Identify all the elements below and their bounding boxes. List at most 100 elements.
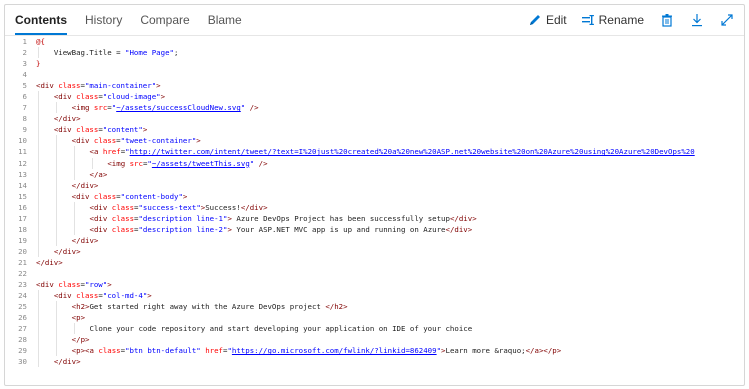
code-line: 10 <div class="tweet-container"> — [5, 135, 744, 147]
code-token[interactable]: ~/assets/successCloudNew.svg — [116, 103, 241, 112]
code-token: <div — [89, 202, 112, 212]
code-line: 29 <p><a class="btn btn-default" href="ht… — [5, 345, 744, 357]
code-line: 26 <p> — [5, 312, 744, 324]
code-token: "content" — [102, 125, 143, 135]
line-number: 13 — [18, 169, 27, 179]
code-token: class — [76, 125, 99, 135]
code-token: } — [36, 59, 41, 69]
file-tabs: Contents History Compare Blame — [15, 5, 260, 35]
code-token: <div — [53, 291, 77, 301]
line-number: 29 — [18, 346, 27, 356]
indent-guide — [38, 323, 39, 335]
code-token: <img — [107, 158, 130, 168]
indent-guide — [38, 312, 39, 324]
code-line: 13 </a> — [5, 168, 744, 180]
line-number: 18 — [18, 224, 27, 234]
indent-guide — [38, 212, 39, 224]
code-token: </a> — [89, 169, 108, 179]
indent-guide — [38, 234, 39, 246]
line-number: 10 — [18, 136, 27, 146]
indent-guide — [55, 234, 57, 246]
code-token: </div> — [53, 246, 81, 256]
edit-label: Edit — [545, 13, 567, 27]
indent-guide — [38, 146, 39, 158]
code-token: <div — [89, 224, 112, 234]
code-text: <div class="success-text">Success!</div> — [90, 202, 268, 213]
code-text: </div> — [72, 235, 99, 246]
code-token: <div — [89, 213, 112, 223]
line-number: 5 — [22, 81, 27, 91]
code-line: 27 Clone your code repository and start d… — [5, 323, 744, 335]
code-text: <div class="tweet-container"> — [72, 135, 201, 146]
code-text: <div class="description line-1"> Azure D… — [90, 213, 477, 224]
line-number: 6 — [22, 92, 27, 102]
line-number: 9 — [22, 125, 27, 135]
code-line: 20 </div> — [5, 245, 744, 257]
code-token: > — [147, 291, 152, 301]
code-token[interactable]: ~/assets/tweetThis.svg — [152, 159, 250, 168]
code-token: <h2> — [71, 302, 90, 312]
expand-icon[interactable] — [720, 13, 734, 27]
code-token: </div> — [53, 357, 81, 367]
code-view[interactable]: 1 @{2 ViewBag.Title = "Home Page"; 3} 4 5 <div… — [5, 36, 744, 385]
code-token: > — [160, 92, 166, 102]
download-icon[interactable] — [690, 13, 704, 27]
indent-guide — [55, 135, 57, 147]
edit-button[interactable]: Edit — [528, 13, 567, 27]
code-token: class — [111, 224, 135, 234]
indent-guide — [55, 179, 57, 191]
code-line: 11 <a href="http://twitter.com/intent/twe… — [5, 146, 744, 158]
code-text: Clone your code repository and start dev… — [90, 323, 473, 334]
tab-history[interactable]: History — [85, 5, 122, 35]
indent-guide — [38, 168, 39, 180]
code-token[interactable]: https://go.microsoft.com/fwlink/?linkid=… — [232, 346, 437, 355]
code-token: class — [58, 81, 81, 91]
indent-guide — [55, 223, 57, 235]
indent-guide — [38, 102, 39, 114]
code-token: /> — [245, 103, 259, 113]
code-token[interactable]: http://twitter.com/intent/tweet/?text=I%… — [130, 147, 695, 156]
indent-guide — [91, 157, 93, 169]
indent-guide — [38, 356, 39, 368]
code-line: 14 </div> — [5, 179, 744, 191]
indent-guide — [38, 190, 39, 202]
indent-guide — [38, 124, 39, 136]
code-token: "cloud-image" — [102, 92, 161, 102]
code-token: "tweet-container" — [120, 136, 197, 146]
code-token: </div> — [36, 257, 63, 267]
pencil-icon — [528, 13, 542, 27]
tab-compare[interactable]: Compare — [140, 5, 189, 35]
code-line: 22 — [5, 268, 744, 279]
tab-blame[interactable]: Blame — [208, 5, 242, 35]
code-token: > — [156, 81, 161, 91]
code-token: Get started right away with the Azure De… — [89, 302, 326, 312]
code-token: href — [205, 346, 223, 356]
line-number: 3 — [22, 59, 27, 69]
code-line: 8 </div> — [5, 113, 744, 125]
code-token: href — [102, 147, 121, 157]
line-number: 28 — [18, 335, 27, 345]
rename-label: Rename — [598, 13, 644, 27]
tab-contents[interactable]: Contents — [15, 5, 67, 35]
code-text: <p><a class="btn btn-default" href="http… — [72, 345, 562, 356]
indent-guide — [55, 146, 57, 158]
code-token: <div — [53, 125, 77, 135]
code-token: Clone your code repository and start dev… — [89, 324, 473, 334]
trash-icon[interactable] — [660, 13, 674, 27]
code-token: </div> — [445, 224, 473, 234]
code-text: <img src="~/assets/tweetThis.svg" /> — [107, 158, 267, 169]
indent-guide — [38, 290, 39, 302]
line-number: 2 — [22, 48, 27, 58]
indent-guide — [38, 91, 39, 103]
code-token: class — [111, 213, 135, 223]
rename-button[interactable]: Rename — [581, 13, 644, 27]
code-token: Azure DevOps Project has been successful… — [231, 213, 450, 223]
code-line: 5 <div class="main-container"> — [5, 80, 744, 91]
code-token: > — [182, 191, 188, 201]
indent-guide — [55, 157, 57, 169]
code-token: "col-md-4" — [102, 291, 148, 301]
indent-guide — [73, 323, 75, 335]
indent-guide — [38, 223, 39, 235]
indent-guide — [55, 323, 57, 335]
code-token: <div — [36, 280, 59, 290]
